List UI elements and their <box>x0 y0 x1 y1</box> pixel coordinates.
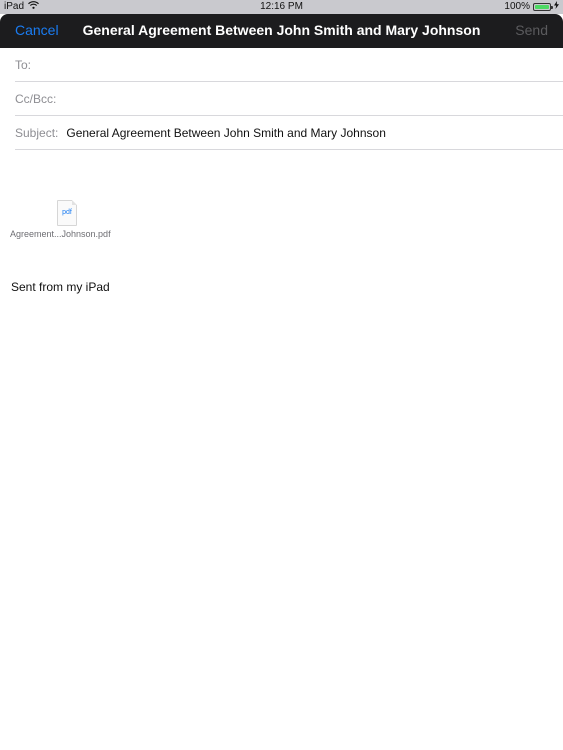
attachment-file-name: Agreement...Johnson.pdf <box>10 229 111 239</box>
battery-icon <box>533 2 553 11</box>
battery-percent: 100% <box>504 1 530 12</box>
bolt-icon <box>554 1 559 12</box>
email-signature[interactable]: Sent from my iPad <box>11 280 110 294</box>
subject-input[interactable]: General Agreement Between John Smith and… <box>66 126 386 140</box>
subject-field[interactable]: Subject: General Agreement Between John … <box>15 116 563 150</box>
battery-fill <box>535 4 549 9</box>
subject-label: Subject: <box>15 125 59 140</box>
page-title: General Agreement Between John Smith and… <box>82 22 481 38</box>
status-time: 12:16 PM <box>260 1 303 12</box>
status-bar: iPad 12:16 PM 100% <box>0 0 563 14</box>
cc-bcc-label: Cc/Bcc: <box>15 91 57 106</box>
pdf-attachment[interactable]: pdf Agreement...Johnson.pdf <box>10 200 125 239</box>
compose-nav-bar: Cancel General Agreement Between John Sm… <box>0 14 563 48</box>
to-field[interactable]: To: <box>15 48 563 82</box>
send-button[interactable]: Send <box>515 22 548 38</box>
to-label: To: <box>15 57 32 72</box>
status-right: 100% <box>504 1 559 12</box>
pdf-file-icon: pdf <box>57 200 77 226</box>
battery-tip <box>551 5 553 9</box>
cc-bcc-field[interactable]: Cc/Bcc: <box>15 82 563 116</box>
